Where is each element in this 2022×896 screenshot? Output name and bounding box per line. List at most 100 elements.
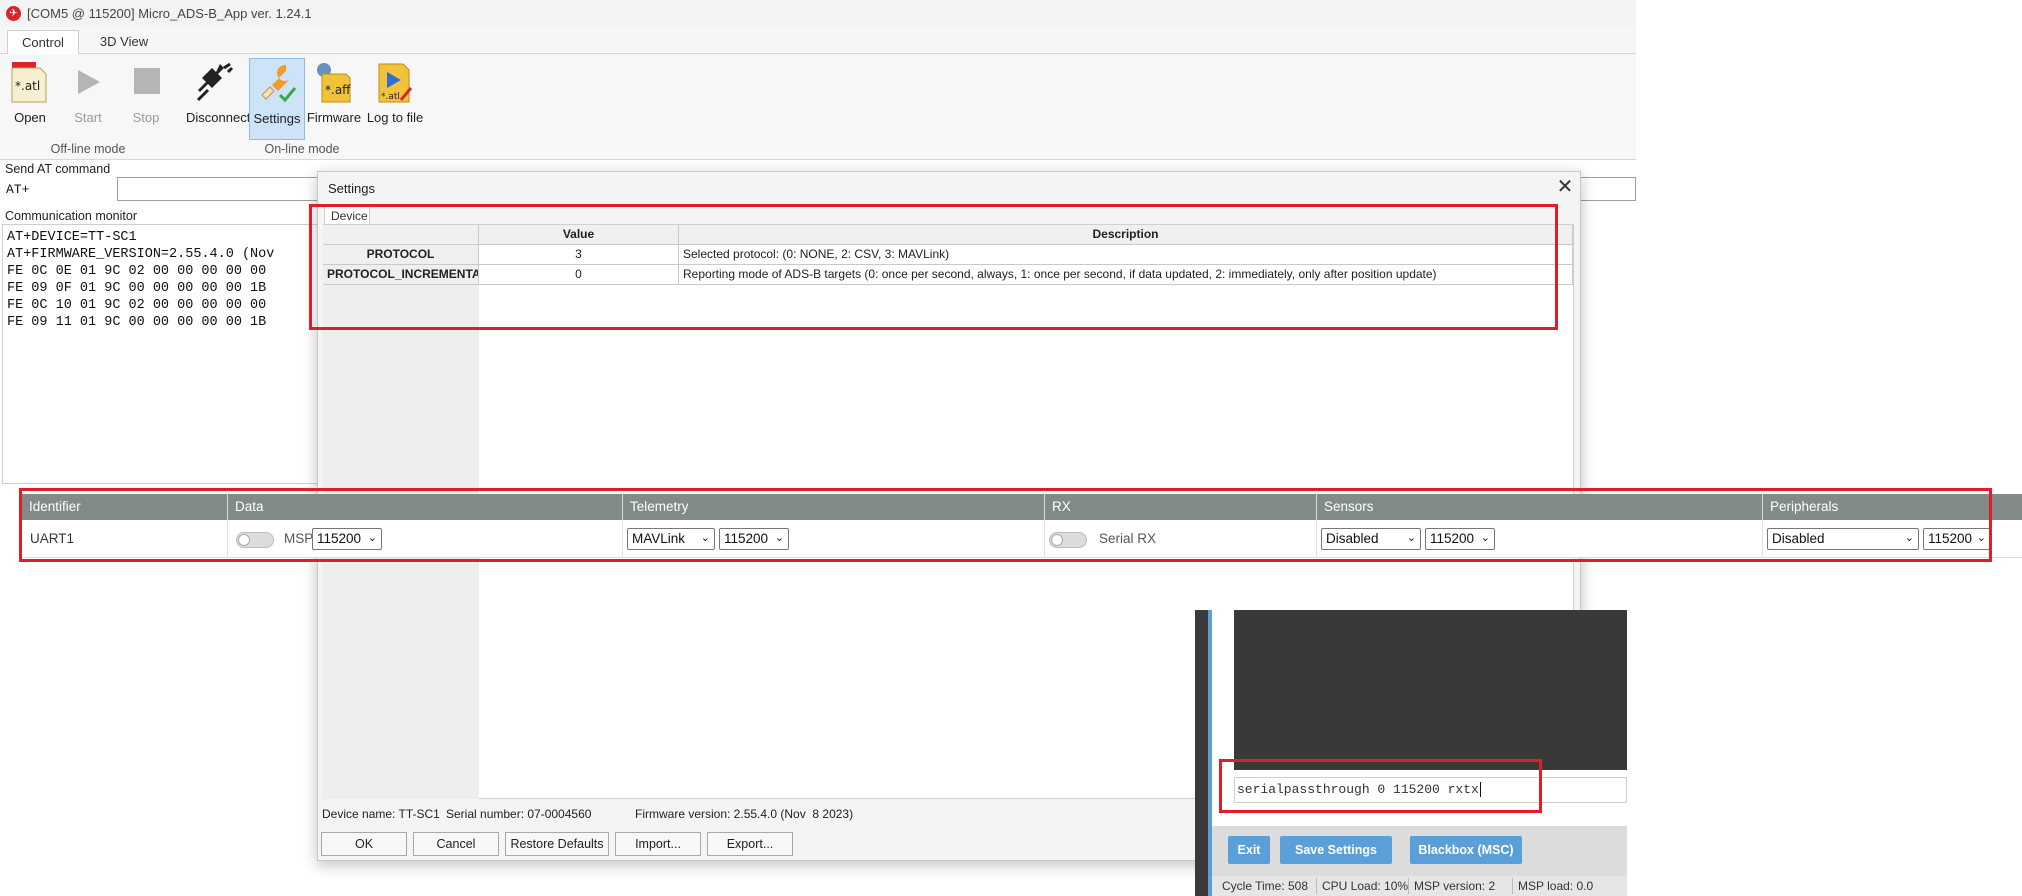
peripherals-cell: Disabled ⌄ 115200 ⌄ bbox=[1762, 520, 2022, 558]
msp-version: MSP version: 2 bbox=[1414, 879, 1496, 893]
firmware-version: Firmware version: 2.55.4.0 (Nov 8 2023) bbox=[635, 807, 854, 821]
telemetry-baud-select[interactable]: 115200 ⌄ bbox=[719, 528, 789, 550]
settings-label: Settings bbox=[253, 111, 301, 126]
chevron-down-icon: ⌄ bbox=[774, 532, 784, 544]
row-header-protocol: PROTOCOL bbox=[323, 245, 479, 265]
import-button[interactable]: Import... bbox=[615, 832, 701, 856]
header-identifier: Identifier bbox=[29, 499, 81, 514]
open-label: Open bbox=[14, 110, 46, 125]
play-icon bbox=[78, 70, 100, 94]
peripherals-baud-select[interactable]: 115200 ⌄ bbox=[1923, 528, 1991, 550]
tab-device[interactable]: Device bbox=[324, 205, 370, 225]
chevron-down-icon: ⌄ bbox=[1406, 532, 1416, 544]
protocol-value-cell[interactable]: 3 bbox=[479, 245, 679, 265]
chevron-down-icon: ⌄ bbox=[1480, 532, 1490, 544]
chevron-down-icon: ⌄ bbox=[367, 532, 377, 544]
stop-button[interactable]: Stop bbox=[118, 58, 174, 140]
exit-button[interactable]: Exit bbox=[1228, 836, 1270, 864]
app-logo-icon: ✈ bbox=[6, 6, 21, 21]
cli-panel: serialpassthrough 0 115200 rxtx Exit Sav… bbox=[1195, 610, 1627, 896]
monitor-line: AT+FIRMWARE_VERSION=2.55.4.0 (Nov bbox=[7, 247, 275, 262]
cancel-button[interactable]: Cancel bbox=[413, 832, 499, 856]
header-peripherals: Peripherals bbox=[1762, 494, 2022, 520]
ribbon-toolbar: *.atl Open Start Stop Disconnect Setting… bbox=[0, 54, 1636, 160]
cli-output-area[interactable] bbox=[1234, 610, 1627, 770]
status-separator bbox=[1408, 878, 1409, 894]
communication-monitor-label: Communication monitor bbox=[5, 209, 137, 223]
sensors-baud-select[interactable]: 115200 ⌄ bbox=[1425, 528, 1495, 550]
log-to-file-button[interactable]: *.atl Log to file bbox=[364, 58, 426, 140]
protocol-incremental-description-cell: Reporting mode of ADS-B targets (0: once… bbox=[679, 265, 1573, 285]
ports-row-uart1: UART1 MSP 115200 ⌄ MAVLink ⌄ 115200 ⌄ Seria… bbox=[22, 520, 2022, 558]
monitor-line: FE 09 11 01 9C 00 00 00 00 00 1B bbox=[7, 315, 267, 330]
stop-icon bbox=[134, 68, 160, 94]
dialog-title: Settings bbox=[328, 181, 375, 196]
blackbox-msc-button[interactable]: Blackbox (MSC) bbox=[1410, 836, 1522, 864]
monitor-line: AT+DEVICE=TT-SC1 bbox=[7, 230, 137, 245]
disconnect-label: Disconnect bbox=[186, 110, 251, 125]
firmware-button[interactable]: *.aff Firmware bbox=[306, 58, 362, 140]
cli-command-text: serialpassthrough 0 115200 rxtx bbox=[1237, 782, 1479, 797]
disconnect-button[interactable]: Disconnect bbox=[186, 58, 251, 140]
svg-text:*.aff: *.aff bbox=[325, 83, 351, 97]
save-settings-button[interactable]: Save Settings bbox=[1280, 836, 1392, 864]
start-button[interactable]: Start bbox=[60, 58, 116, 140]
cli-status-bar: Cycle Time: 508 CPU Load: 10% MSP versio… bbox=[1212, 876, 1627, 896]
ports-header-row: Identifier Data Telemetry RX Sensors Per… bbox=[22, 494, 2022, 520]
msp-toggle[interactable] bbox=[236, 532, 274, 548]
open-button[interactable]: *.atl Open bbox=[2, 58, 58, 140]
header-rx: RX bbox=[1044, 494, 1316, 520]
telemetry-protocol-select[interactable]: MAVLink ⌄ bbox=[627, 528, 715, 550]
data-cell: MSP 115200 ⌄ bbox=[227, 520, 622, 558]
plug-icon bbox=[196, 62, 234, 102]
ports-table: Identifier Data Telemetry RX Sensors Per… bbox=[22, 494, 2022, 558]
serial-rx-label: Serial RX bbox=[1099, 531, 1157, 546]
header-sensors: Sensors bbox=[1316, 494, 1762, 520]
log-to-file-label: Log to file bbox=[366, 110, 424, 125]
monitor-line: FE 09 0F 01 9C 00 00 00 00 00 1B bbox=[7, 281, 267, 296]
msp-load: MSP load: 0.0 bbox=[1518, 879, 1594, 893]
device-name: Device name: TT-SC1 bbox=[322, 807, 440, 821]
identifier-cell: UART1 bbox=[22, 520, 227, 558]
aff-file-icon: *.aff bbox=[317, 63, 351, 103]
cycle-time: Cycle Time: 508 bbox=[1222, 879, 1309, 893]
close-icon[interactable]: ✕ bbox=[1554, 176, 1576, 198]
tab-3d-view[interactable]: 3D View bbox=[86, 30, 162, 54]
toggle-knob bbox=[1051, 534, 1063, 546]
wrench-icon bbox=[261, 64, 297, 103]
sensors-cell: Disabled ⌄ 115200 ⌄ bbox=[1316, 520, 1762, 558]
cli-command-input[interactable]: serialpassthrough 0 115200 rxtx bbox=[1234, 777, 1627, 803]
start-label: Start bbox=[74, 110, 102, 125]
atl-file-icon: *.atl bbox=[11, 62, 47, 103]
monitor-line: FE 0C 10 01 9C 02 00 00 00 00 00 bbox=[7, 298, 267, 313]
svg-text:*.atl: *.atl bbox=[15, 79, 40, 93]
status-separator bbox=[1512, 878, 1513, 894]
column-header-description: Description bbox=[679, 225, 1573, 245]
tab-control[interactable]: Control bbox=[7, 30, 79, 54]
offline-group-label: Off-line mode bbox=[50, 142, 126, 156]
communication-monitor[interactable]: AT+DEVICE=TT-SC1 AT+FIRMWARE_VERSION=2.5… bbox=[2, 224, 332, 484]
serial-rx-toggle[interactable] bbox=[1049, 532, 1087, 548]
sensors-mode-select[interactable]: Disabled ⌄ bbox=[1321, 528, 1421, 550]
settings-button[interactable]: Settings bbox=[249, 58, 305, 140]
uart-identifier: UART1 bbox=[30, 531, 75, 546]
peripherals-mode-select[interactable]: Disabled ⌄ bbox=[1767, 528, 1919, 550]
msp-baud-select[interactable]: 115200 ⌄ bbox=[312, 528, 382, 550]
window-title: [COM5 @ 115200] Micro_ADS-B_App ver. 1.2… bbox=[27, 6, 312, 21]
ok-button[interactable]: OK bbox=[321, 832, 407, 856]
at-prefix: AT+ bbox=[4, 178, 116, 202]
telemetry-cell: MAVLink ⌄ 115200 ⌄ bbox=[622, 520, 1044, 558]
title-bar: ✈ [COM5 @ 115200] Micro_ADS-B_App ver. 1… bbox=[0, 0, 1636, 27]
svg-text:*.atl: *.atl bbox=[381, 92, 400, 102]
status-separator bbox=[1316, 878, 1317, 894]
chevron-down-icon: ⌄ bbox=[700, 532, 710, 544]
at-command-label: Send AT command bbox=[5, 162, 111, 176]
row-header-protocol-incremental: PROTOCOL_INCREMENTAL bbox=[323, 265, 479, 285]
header-telemetry: Telemetry bbox=[622, 494, 1044, 520]
column-header-value: Value bbox=[479, 225, 679, 245]
protocol-incremental-value-cell[interactable]: 0 bbox=[479, 265, 679, 285]
export-button[interactable]: Export... bbox=[707, 832, 793, 856]
monitor-line: FE 0C 0E 01 9C 02 00 00 00 00 00 bbox=[7, 264, 267, 279]
restore-defaults-button[interactable]: Restore Defaults bbox=[505, 832, 609, 856]
firmware-label: Firmware bbox=[306, 110, 362, 125]
